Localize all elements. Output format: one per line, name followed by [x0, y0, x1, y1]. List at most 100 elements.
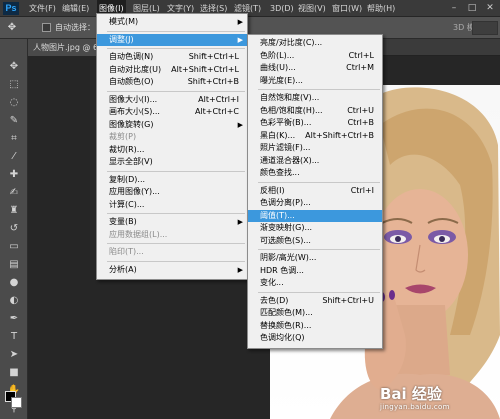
- adjust-menu-item-label: 黑白(K)...: [260, 130, 296, 140]
- eyedropper-tool-icon[interactable]: ⁄: [5, 149, 23, 164]
- adjust-menu-item[interactable]: 替换颜色(R)...: [248, 320, 382, 333]
- image-menu-item-label: 自动颜色(O): [109, 77, 154, 86]
- quick-select-tool-icon[interactable]: ✎: [5, 113, 23, 128]
- adjust-menu-item[interactable]: 照片滤镜(F)...: [248, 142, 382, 155]
- shortcut-label: Shift+Ctrl+L: [188, 52, 239, 61]
- image-menu-item[interactable]: 图像大小(I)... Alt+Ctrl+I: [97, 94, 247, 107]
- menu-bar: Ps 文件(F) 编辑(E) 图像(I) 图层(L) 文字(Y) 选择(S) 滤…: [0, 0, 500, 17]
- shape-tool-icon[interactable]: ■: [5, 365, 23, 380]
- menu-help[interactable]: 帮助(H): [365, 0, 397, 17]
- image-menu-item[interactable]: 计算(C)...: [97, 199, 247, 212]
- image-menu-item[interactable]: 分析(A) ▶: [97, 264, 247, 277]
- menu-3d[interactable]: 3D(D): [268, 0, 296, 17]
- blur-tool-icon[interactable]: ●: [5, 275, 23, 290]
- shortcut-label: Ctrl+B: [347, 118, 374, 127]
- lasso-tool-icon[interactable]: ◌: [5, 95, 23, 110]
- image-menu-item-label: 图像大小(I)...: [109, 94, 158, 104]
- adjust-menu-item[interactable]: 自然饱和度(V)...: [248, 92, 382, 105]
- adjust-menu-item[interactable]: 色调均化(Q): [248, 332, 382, 345]
- adjustments-submenu: 亮度/对比度(C)... 色阶(L)... Ctrl+L 曲线(U)... Ctrl+M…: [247, 34, 383, 349]
- image-menu-item[interactable]: 自动色调(N) Shift+Ctrl+L: [97, 51, 247, 64]
- submenu-arrow-icon: ▶: [237, 265, 243, 274]
- image-menu-item[interactable]: 自动对比度(U) Alt+Shift+Ctrl+L: [97, 64, 247, 77]
- shortcut-label: Ctrl+I: [350, 185, 374, 195]
- adjust-menu-item-label: 色调分离(P)...: [260, 198, 311, 207]
- adjust-menu-item[interactable]: 去色(D) Shift+Ctrl+U: [248, 295, 382, 308]
- menu-edit[interactable]: 编辑(E): [60, 0, 91, 17]
- image-menu-item[interactable]: 变量(B) ▶: [97, 216, 247, 229]
- adjust-menu-item-label: 阈值(T)...: [260, 210, 295, 220]
- adjust-menu-item[interactable]: 匹配颜色(M)...: [248, 307, 382, 320]
- adjust-menu-item-label: 通道混合器(X)...: [260, 155, 320, 165]
- image-menu-item[interactable]: 裁切(R)...: [97, 144, 247, 157]
- brush-tool-icon[interactable]: ✍: [5, 185, 23, 200]
- image-menu-item[interactable]: 调整(J) ▶: [97, 33, 247, 46]
- move-tool-preset-icon[interactable]: ✥: [4, 20, 20, 35]
- type-tool-icon[interactable]: T: [5, 329, 23, 344]
- adjust-menu-item[interactable]: 变化...: [248, 277, 382, 290]
- submenu-arrow-icon: ▶: [237, 120, 243, 129]
- marquee-tool-icon[interactable]: ⬚: [5, 77, 23, 92]
- shortcut-label: Shift+Ctrl+U: [322, 295, 374, 305]
- menu-window[interactable]: 窗口(W): [330, 0, 364, 17]
- adjust-menu-item[interactable]: 阴影/高光(W)...: [248, 252, 382, 265]
- clone-stamp-tool-icon[interactable]: ♜: [5, 203, 23, 218]
- healing-brush-tool-icon[interactable]: ✚: [5, 167, 23, 182]
- minimize-icon[interactable]: –: [446, 1, 462, 15]
- image-menu-item[interactable]: 模式(M) ▶: [97, 16, 247, 29]
- image-menu-item[interactable]: 画布大小(S)... Alt+Ctrl+C: [97, 106, 247, 119]
- adjust-menu-item-label: 曝光度(E)...: [260, 75, 303, 85]
- image-menu-item-label: 自动对比度(U): [109, 64, 162, 74]
- adjust-menu-item[interactable]: 反相(I) Ctrl+I: [248, 185, 382, 198]
- image-menu-item-label: 自动色调(N): [109, 52, 154, 61]
- adjust-menu-item[interactable]: 色彩平衡(B)... Ctrl+B: [248, 117, 382, 130]
- adjust-menu-item[interactable]: 曝光度(E)...: [248, 75, 382, 88]
- adjust-menu-item[interactable]: 亮度/对比度(C)...: [248, 37, 382, 50]
- menu-file[interactable]: 文件(F): [27, 0, 58, 17]
- history-brush-tool-icon[interactable]: ↺: [5, 221, 23, 236]
- adjust-menu-item[interactable]: 色阶(L)... Ctrl+L: [248, 50, 382, 63]
- adjust-menu-item[interactable]: 色相/饱和度(H)... Ctrl+U: [248, 105, 382, 118]
- close-icon[interactable]: ✕: [482, 1, 498, 15]
- image-menu-item-label: 应用数据组(L)...: [109, 229, 168, 239]
- adjust-menu-item[interactable]: 曲线(U)... Ctrl+M: [248, 62, 382, 75]
- adjust-menu-item[interactable]: 颜色查找...: [248, 167, 382, 180]
- auto-select-checkbox[interactable]: [42, 23, 51, 32]
- image-menu-item[interactable]: 自动颜色(O) Shift+Ctrl+B: [97, 76, 247, 89]
- maximize-icon[interactable]: □: [464, 1, 480, 15]
- image-menu-item-label: 画布大小(S)...: [109, 107, 160, 116]
- menu-separator: [107, 260, 245, 262]
- adjust-menu-item-label: 去色(D): [260, 295, 289, 305]
- adjust-menu-item-label: 色阶(L)...: [260, 50, 295, 60]
- image-menu-item[interactable]: 复制(D)...: [97, 174, 247, 187]
- adjust-menu-item[interactable]: 色调分离(P)...: [248, 197, 382, 210]
- menu-view[interactable]: 视图(V): [296, 0, 328, 17]
- submenu-arrow-icon: ▶: [237, 35, 243, 44]
- move-tool-icon[interactable]: ✥: [5, 59, 23, 74]
- path-select-tool-icon[interactable]: ➤: [5, 347, 23, 362]
- eraser-tool-icon[interactable]: ▭: [5, 239, 23, 254]
- adjust-menu-item[interactable]: 阈值(T)...: [248, 209, 382, 222]
- pen-tool-icon[interactable]: ✒: [5, 311, 23, 326]
- adjust-menu-item-label: HDR 色调...: [260, 265, 304, 275]
- auto-select-label: 自动选择：: [55, 23, 95, 32]
- image-menu-item-label: 裁剪(P): [109, 132, 137, 141]
- menu-separator: [258, 89, 380, 90]
- workspace-switcher[interactable]: [472, 21, 498, 35]
- crop-tool-icon[interactable]: ⌗: [5, 131, 23, 146]
- gradient-tool-icon[interactable]: ▤: [5, 257, 23, 272]
- background-color-swatch[interactable]: [11, 397, 22, 408]
- dodge-tool-icon[interactable]: ◐: [5, 293, 23, 308]
- baidu-jingyan-watermark: Bai 经验 jingyan.baidu.com: [380, 383, 450, 411]
- adjust-menu-item[interactable]: 可选颜色(S)...: [248, 235, 382, 248]
- adjust-menu-item[interactable]: 渐变映射(G)...: [248, 222, 382, 235]
- image-menu-item[interactable]: 应用图像(Y)...: [97, 186, 247, 199]
- adjust-menu-item[interactable]: 通道混合器(X)...: [248, 155, 382, 168]
- adjust-menu-item[interactable]: HDR 色调...: [248, 265, 382, 278]
- image-menu-item[interactable]: 图像旋转(G) ▶: [97, 119, 247, 132]
- adjust-menu-item[interactable]: 黑白(K)... Alt+Shift+Ctrl+B: [248, 130, 382, 143]
- image-menu-item: 裁剪(P): [97, 131, 247, 144]
- image-menu-item[interactable]: 显示全部(V): [97, 156, 247, 169]
- menu-separator: [258, 249, 380, 250]
- adjust-menu-item-label: 可选颜色(S)...: [260, 235, 311, 245]
